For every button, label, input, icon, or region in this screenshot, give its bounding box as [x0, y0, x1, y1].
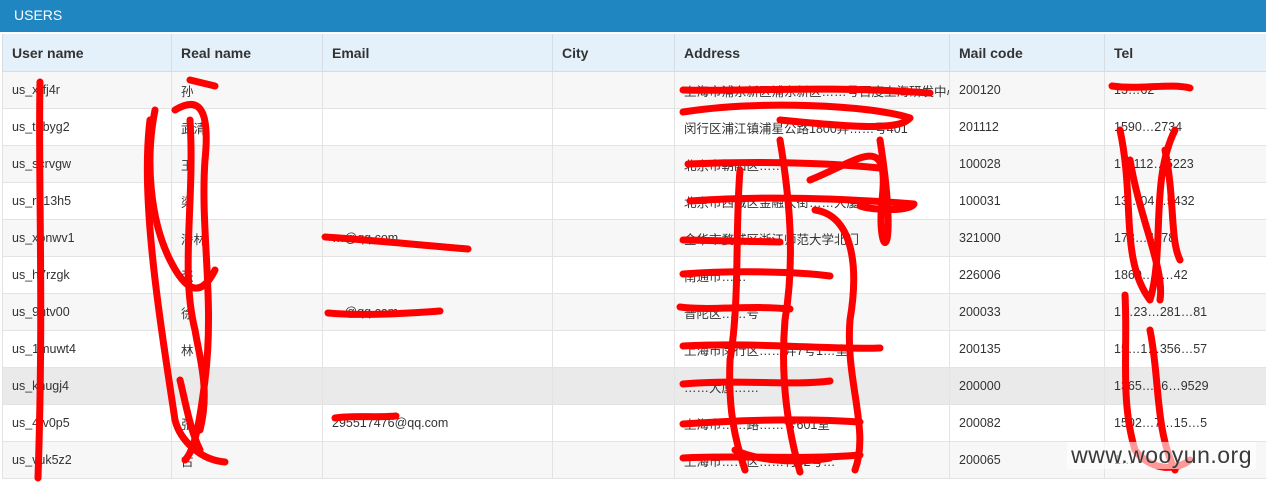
- cell-username: us_khugj4: [2, 367, 172, 405]
- table-row[interactable]: us_h7rzgk 张 南通市…… 226006 1860…5…42: [2, 256, 1266, 294]
- col-header-tel[interactable]: Tel: [1104, 34, 1266, 72]
- cell-email: [322, 71, 553, 109]
- table-row[interactable]: us_4tv0p5 张 295517476@qq.com 上海市……路……号601室 2…: [2, 404, 1266, 442]
- cell-tel: 178…4178: [1104, 219, 1266, 257]
- cell-tel: 15…1…356…57: [1104, 330, 1266, 368]
- col-header-realname[interactable]: Real name: [171, 34, 323, 72]
- cell-address: 上海市……路……号601室: [674, 404, 950, 442]
- cell-tel: 1502…7…15…5: [1104, 404, 1266, 442]
- cell-mailcode: 100028: [949, 145, 1105, 183]
- cell-city: [552, 219, 675, 257]
- cell-address: 北京市西城区金融大街……大厦……: [674, 182, 950, 220]
- cell-username: us_xpnwv1: [2, 219, 172, 257]
- cell-tel: 1…23…281…81: [1104, 293, 1266, 331]
- cell-username: us_r413h5: [2, 182, 172, 220]
- cell-realname: 孙: [171, 71, 323, 109]
- table-row[interactable]: us_1muwt4 林 上海市闵行区……弄7号1…室 200135 15…1…356…5…: [2, 330, 1266, 368]
- table-row[interactable]: us_r413h5 梁 北京市西城区金融大街……大厦…… 100031 13…04…54…: [2, 182, 1266, 220]
- cell-city: [552, 145, 675, 183]
- cell-username: us_xrfj4r: [2, 71, 172, 109]
- cell-email: [322, 367, 553, 405]
- cell-mailcode: 100031: [949, 182, 1105, 220]
- cell-realname: [171, 367, 323, 405]
- cell-city: [552, 404, 675, 442]
- col-header-address[interactable]: Address: [674, 34, 950, 72]
- cell-email: [322, 145, 553, 183]
- cell-realname: 潘林: [171, 219, 323, 257]
- panel-title: USERS: [0, 0, 1266, 32]
- cell-email: 295517476@qq.com: [322, 404, 553, 442]
- cell-city: [552, 71, 675, 109]
- cell-address: ……大厦……: [674, 367, 950, 405]
- cell-email: [322, 256, 553, 294]
- cell-mailcode: 200033: [949, 293, 1105, 331]
- cell-mailcode: 226006: [949, 256, 1105, 294]
- col-header-username[interactable]: User name: [2, 34, 172, 72]
- table-row[interactable]: us_xpnwv1 潘林 …@qq.com 金华市婺城区浙江师范大学北门 321000 1…: [2, 219, 1266, 257]
- cell-address: 上海市……区……村82号…: [674, 441, 950, 479]
- cell-username: us_vuk5z2: [2, 441, 172, 479]
- cell-mailcode: 200135: [949, 330, 1105, 368]
- cell-realname: 古: [171, 441, 323, 479]
- cell-mailcode: 200120: [949, 71, 1105, 109]
- cell-address: 南通市……: [674, 256, 950, 294]
- cell-email: [322, 330, 553, 368]
- cell-city: [552, 441, 675, 479]
- cell-realname: 王: [171, 145, 323, 183]
- cell-tel: 1590…2734: [1104, 108, 1266, 146]
- cell-realname: 张: [171, 404, 323, 442]
- cell-email: …@qq.com: [322, 293, 553, 331]
- cell-realname: 林: [171, 330, 323, 368]
- cell-realname: 梁: [171, 182, 323, 220]
- cell-city: [552, 108, 675, 146]
- cell-mailcode: 201112: [949, 108, 1105, 146]
- cell-realname: 武清: [171, 108, 323, 146]
- cell-mailcode: 200000: [949, 367, 1105, 405]
- users-table: User name Real name Email City Address M…: [2, 34, 1266, 479]
- cell-tel: 13…62: [1104, 71, 1266, 109]
- cell-username: us_9htv00: [2, 293, 172, 331]
- col-header-mailcode[interactable]: Mail code: [949, 34, 1105, 72]
- cell-tel: 1365…56…9529: [1104, 367, 1266, 405]
- cell-username: us_t6byg2: [2, 108, 172, 146]
- col-header-email[interactable]: Email: [322, 34, 553, 72]
- table-row[interactable]: us_9htv00 徐 …@qq.com 普陀区……号 200033 1…23…281…8…: [2, 293, 1266, 331]
- cell-username: us_h7rzgk: [2, 256, 172, 294]
- cell-email: [322, 108, 553, 146]
- col-header-city[interactable]: City: [552, 34, 675, 72]
- cell-address: 上海市闵行区……弄7号1…室: [674, 330, 950, 368]
- cell-username: us_scrvgw: [2, 145, 172, 183]
- table-row[interactable]: us_khugj4 ……大厦…… 200000 1365…56…9529: [2, 367, 1266, 405]
- table-row[interactable]: us_scrvgw 王 北京市朝阳区…… 100028 1…112…5223: [2, 145, 1266, 183]
- cell-username: us_4tv0p5: [2, 404, 172, 442]
- cell-city: [552, 367, 675, 405]
- cell-address: 北京市朝阳区……: [674, 145, 950, 183]
- cell-tel: 1860…5…42: [1104, 256, 1266, 294]
- cell-address: 上海市浦东新区浦东新区……号百度上海研发中心: [674, 71, 950, 109]
- cell-tel: 1…112…5223: [1104, 145, 1266, 183]
- table-header-row: User name Real name Email City Address M…: [2, 34, 1266, 72]
- cell-realname: 张: [171, 256, 323, 294]
- watermark: www.wooyun.org: [1067, 442, 1256, 469]
- cell-realname: 徐: [171, 293, 323, 331]
- cell-address: 金华市婺城区浙江师范大学北门: [674, 219, 950, 257]
- table-row[interactable]: us_t6byg2 武清 闵行区浦江镇浦星公路1800弄……号401 201112 15…: [2, 108, 1266, 146]
- table-row[interactable]: us_xrfj4r 孙 上海市浦东新区浦东新区……号百度上海研发中心 200120 13…: [2, 71, 1266, 109]
- cell-email: [322, 441, 553, 479]
- cell-address: 闵行区浦江镇浦星公路1800弄……号401: [674, 108, 950, 146]
- cell-email: [322, 182, 553, 220]
- cell-address: 普陀区……号: [674, 293, 950, 331]
- cell-username: us_1muwt4: [2, 330, 172, 368]
- cell-mailcode: 321000: [949, 219, 1105, 257]
- cell-city: [552, 182, 675, 220]
- cell-city: [552, 256, 675, 294]
- cell-city: [552, 293, 675, 331]
- cell-city: [552, 330, 675, 368]
- cell-email: …@qq.com: [322, 219, 553, 257]
- cell-mailcode: 200082: [949, 404, 1105, 442]
- cell-tel: 13…04…5432: [1104, 182, 1266, 220]
